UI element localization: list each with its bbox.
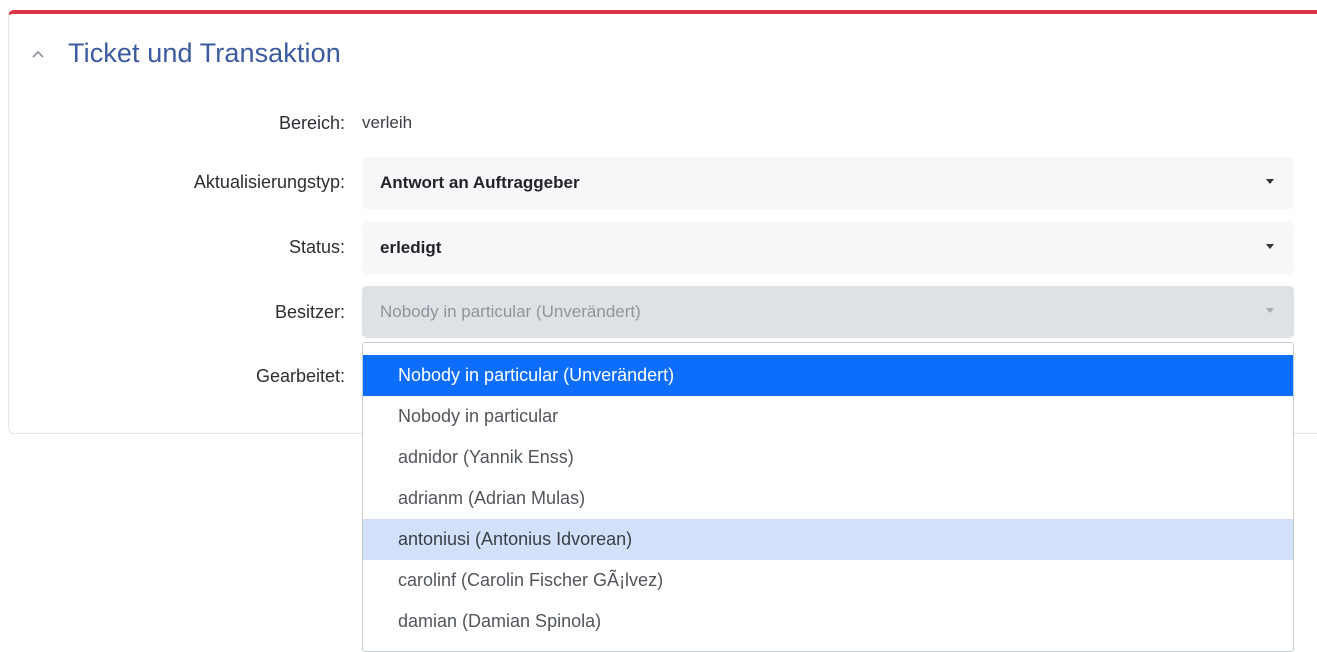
status-select[interactable]: erledigt bbox=[362, 222, 1294, 274]
bereich-value: verleih bbox=[362, 113, 413, 132]
gearbeitet-label: Gearbeitet: bbox=[255, 366, 345, 386]
aktualisierungstyp-label: Aktualisierungstyp: bbox=[193, 172, 345, 192]
besitzer-value: Nobody in particular (Unverändert) bbox=[380, 302, 641, 321]
owner-option[interactable]: adrianm (Adrian Mulas) bbox=[363, 478, 1293, 519]
owner-option[interactable]: adnidor (Yannik Enss) bbox=[363, 437, 1293, 478]
besitzer-label: Besitzer: bbox=[274, 302, 345, 322]
panel-header[interactable]: Ticket und Transaktion bbox=[30, 38, 341, 69]
owner-option[interactable]: carolinf (Carolin Fischer GÃ¡lvez) bbox=[363, 560, 1293, 601]
owner-option[interactable]: antoniusi (Antonius Idvorean) bbox=[363, 519, 1293, 560]
owner-dropdown-list[interactable]: Nobody in particular (Unverändert) Nobody… bbox=[362, 342, 1294, 652]
status-value: erledigt bbox=[380, 238, 442, 257]
caret-down-icon bbox=[1266, 308, 1274, 313]
caret-down-icon bbox=[1266, 179, 1274, 184]
aktualisierungstyp-select[interactable]: Antwort an Auftraggeber bbox=[362, 157, 1294, 209]
aktualisierungstyp-value: Antwort an Auftraggeber bbox=[380, 173, 580, 192]
caret-down-icon bbox=[1266, 244, 1274, 249]
owner-option[interactable]: Nobody in particular (Unverändert) bbox=[363, 355, 1293, 396]
bereich-label: Bereich: bbox=[278, 113, 345, 133]
owner-option[interactable]: damian (Damian Spinola) bbox=[363, 601, 1293, 642]
chevron-up-icon[interactable] bbox=[30, 46, 46, 62]
status-label: Status: bbox=[288, 237, 345, 257]
besitzer-select[interactable]: Nobody in particular (Unverändert) bbox=[362, 286, 1294, 338]
owner-option[interactable]: Nobody in particular bbox=[363, 396, 1293, 437]
panel-title: Ticket und Transaktion bbox=[68, 38, 341, 68]
